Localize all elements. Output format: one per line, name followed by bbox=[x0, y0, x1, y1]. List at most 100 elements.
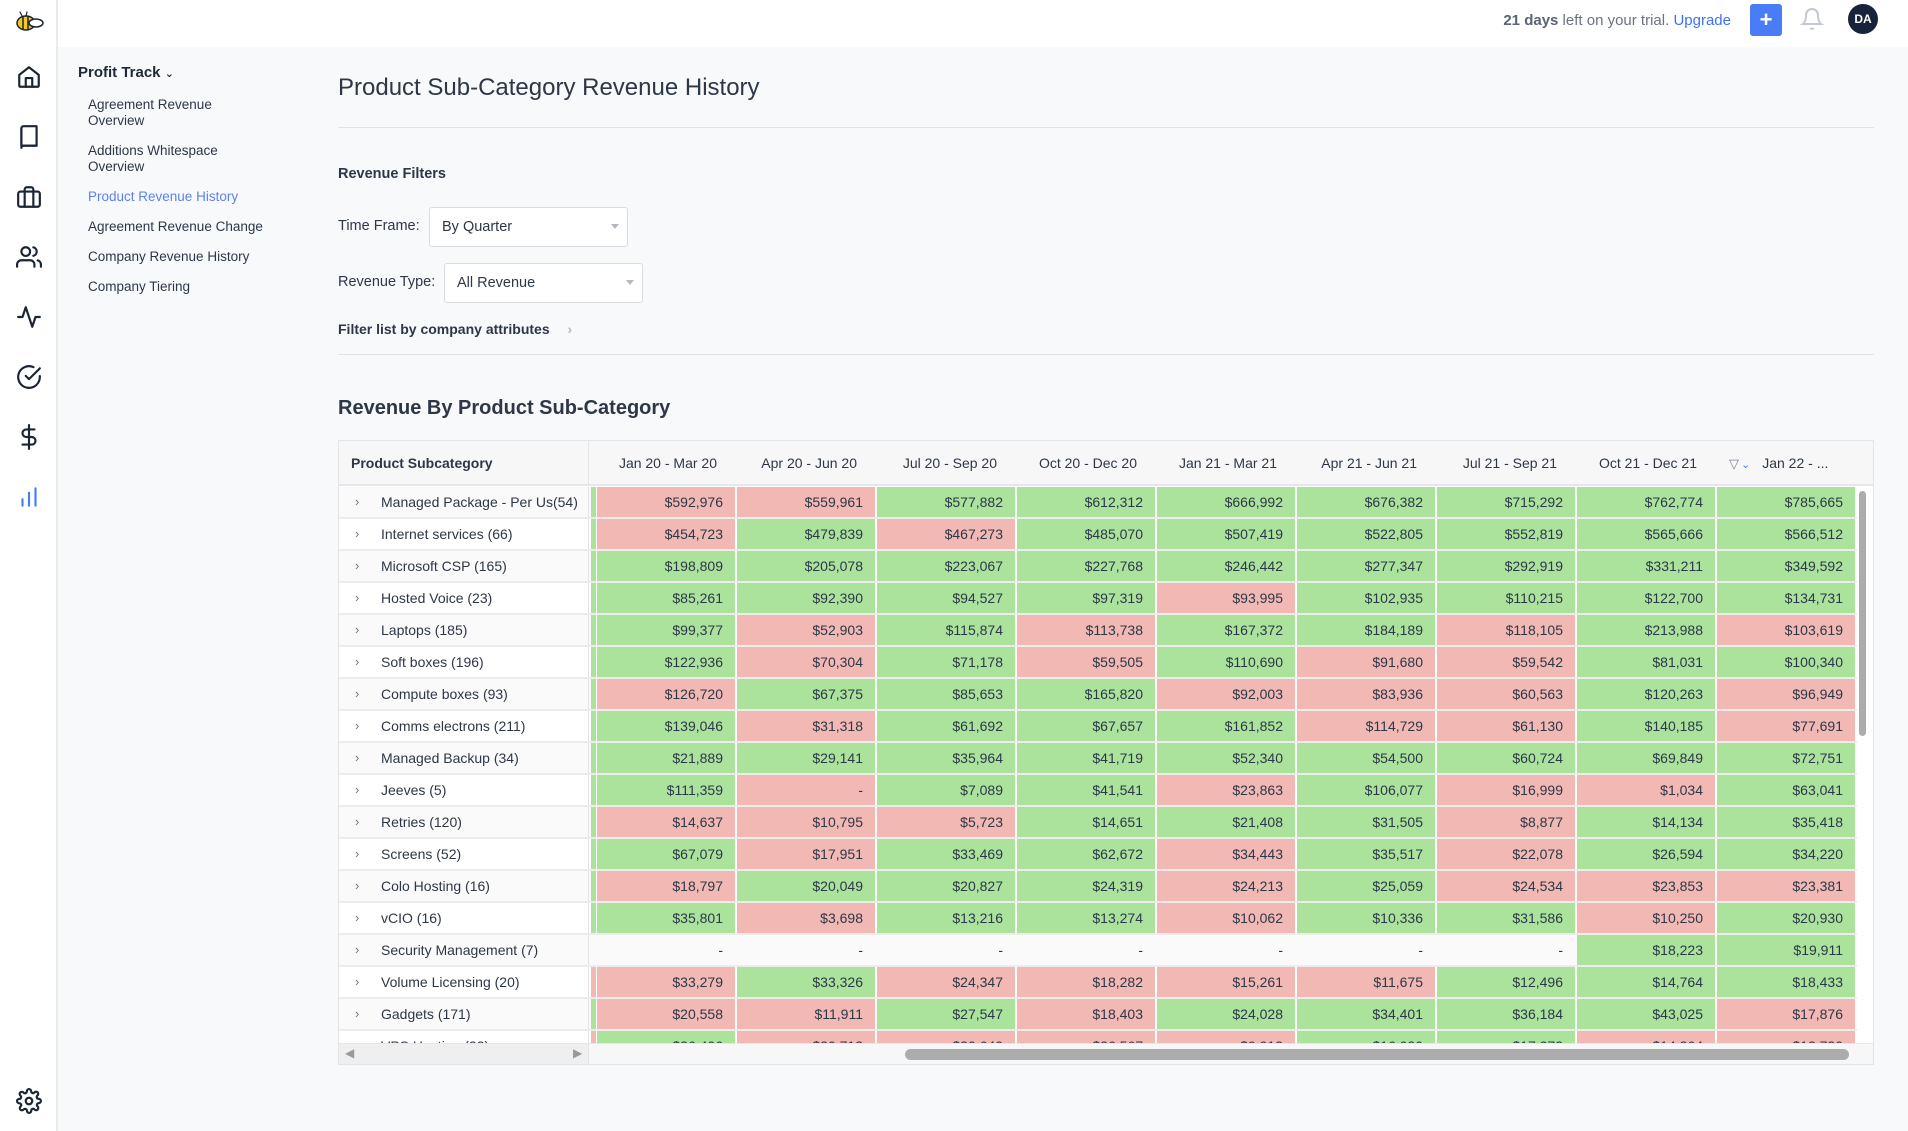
revenue-type-select[interactable]: All Revenue bbox=[444, 263, 643, 303]
dollar-icon[interactable] bbox=[14, 422, 44, 452]
revenue-cell: $227,768 bbox=[1017, 551, 1155, 581]
expand-chevron-icon[interactable]: › bbox=[355, 615, 359, 645]
revenue-cell: $1,034 bbox=[1577, 775, 1715, 805]
revenue-cell: $18,433 bbox=[1717, 967, 1855, 997]
trend-strip bbox=[591, 807, 596, 837]
gear-icon[interactable] bbox=[14, 1086, 44, 1116]
revenue-cell: $67,375 bbox=[737, 679, 875, 709]
column-header-label: Jan 22 - ... bbox=[1762, 455, 1829, 471]
expand-chevron-icon[interactable]: › bbox=[355, 679, 359, 709]
table-row[interactable]: › Compute boxes (93) $126,720 $67,375 $85,65… bbox=[339, 679, 1857, 711]
add-button[interactable]: + bbox=[1750, 4, 1782, 36]
revenue-cell: $10,062 bbox=[1157, 903, 1295, 933]
scrollbar-thumb[interactable] bbox=[905, 1049, 1849, 1060]
table-row[interactable]: › Colo Hosting (16) $18,797 $20,049 $20,827 $… bbox=[339, 871, 1857, 903]
filter-icon[interactable]: ▽︎ bbox=[1729, 456, 1739, 471]
column-header-label: Oct 20 - Dec 20 bbox=[1038, 455, 1137, 471]
column-header-product-subcategory[interactable]: Product Subcategory bbox=[339, 441, 589, 486]
users-icon[interactable] bbox=[14, 242, 44, 272]
first-column-scrollbar[interactable]: ◀ ▶ bbox=[339, 1044, 589, 1064]
revenue-cell: $10,336 bbox=[1297, 903, 1435, 933]
activity-icon[interactable] bbox=[14, 302, 44, 332]
subnav-item-agreement-revenue-change[interactable]: Agreement Revenue Change bbox=[88, 219, 298, 235]
table-row[interactable]: › Microsoft CSP (165) $198,809 $205,078 $223… bbox=[339, 551, 1857, 583]
bell-icon[interactable] bbox=[1799, 7, 1825, 36]
profit-track-menu[interactable]: Profit Track ⌄ bbox=[78, 64, 298, 81]
trend-strip bbox=[591, 999, 596, 1029]
expand-chevron-icon[interactable]: › bbox=[355, 487, 359, 517]
table-row[interactable]: › Internet services (66) $454,723 $479,839 $… bbox=[339, 519, 1857, 551]
table-row[interactable]: › Gadgets (171) $20,558 $11,911 $27,547 $18,4… bbox=[339, 999, 1857, 1031]
revenue-cell: $20,827 bbox=[877, 871, 1015, 901]
book-icon[interactable] bbox=[14, 122, 44, 152]
column-header[interactable]: Jul 21 - Sep 21 bbox=[1437, 441, 1575, 486]
table-row[interactable]: › Soft boxes (196) $122,936 $70,304 $71,178 $… bbox=[339, 647, 1857, 679]
revenue-cell: $134,731 bbox=[1717, 583, 1855, 613]
divider bbox=[338, 127, 1874, 128]
row-label: › Security Management (7) bbox=[339, 935, 589, 965]
bee-logo[interactable] bbox=[14, 6, 44, 36]
expand-chevron-icon[interactable]: › bbox=[355, 647, 359, 677]
revenue-cell: $27,547 bbox=[877, 999, 1015, 1029]
vertical-scrollbar[interactable] bbox=[1859, 491, 1866, 736]
table-row[interactable]: › Retries (120) $14,637 $10,795 $5,723 $14,65… bbox=[339, 807, 1857, 839]
scroll-left-icon[interactable]: ◀ bbox=[345, 1046, 354, 1060]
check-circle-icon[interactable] bbox=[14, 362, 44, 392]
table-row[interactable]: › Jeeves (5) $111,359- $7,089 $41,541 $23,863… bbox=[339, 775, 1857, 807]
table-row[interactable]: › Security Management (7) - - - - - - - $18,223 $1… bbox=[339, 935, 1857, 967]
table-row[interactable]: › Hosted Voice (23) $85,261 $92,390 $94,527 $… bbox=[339, 583, 1857, 615]
expand-chevron-icon[interactable]: › bbox=[355, 839, 359, 869]
table-row[interactable]: › vCIO (16) $35,801 $3,698 $13,216 $13,274 $10… bbox=[339, 903, 1857, 935]
expand-chevron-icon[interactable]: › bbox=[355, 743, 359, 773]
table-row[interactable]: › Comms electrons (211) $139,046 $31,318 $61… bbox=[339, 711, 1857, 743]
avatar[interactable]: DA bbox=[1848, 4, 1878, 34]
revenue-cell: $18,223 bbox=[1577, 935, 1715, 965]
expand-chevron-icon[interactable]: › bbox=[355, 903, 359, 933]
expand-chevron-icon[interactable]: › bbox=[355, 871, 359, 901]
column-header[interactable]: Apr 20 - Jun 20 bbox=[737, 441, 875, 486]
upgrade-link[interactable]: Upgrade bbox=[1673, 12, 1731, 29]
subnav-item-additions-whitespace-overview[interactable]: Additions Whitespace Overview bbox=[88, 143, 238, 175]
expand-chevron-icon[interactable]: › bbox=[355, 583, 359, 613]
column-header[interactable]: Jan 21 - Mar 21 bbox=[1157, 441, 1295, 486]
subnav-item-company-revenue-history[interactable]: Company Revenue History bbox=[88, 249, 298, 265]
column-header[interactable]: Apr 21 - Jun 21 bbox=[1297, 441, 1435, 486]
expand-chevron-icon[interactable]: › bbox=[355, 775, 359, 805]
revenue-cell: $71,178 bbox=[877, 647, 1015, 677]
time-frame-select[interactable]: By Quarter bbox=[429, 207, 628, 247]
expand-chevron-icon[interactable]: › bbox=[355, 999, 359, 1029]
table-row[interactable]: › Managed Backup (34) $21,889 $29,141 $35,96… bbox=[339, 743, 1857, 775]
column-header[interactable]: ▽︎ ⌄ Jan 22 - ... bbox=[1717, 441, 1855, 486]
revenue-cell: $139,046 bbox=[597, 711, 735, 741]
table-row[interactable]: › Managed Package - Per Us(54) $592,976 $55… bbox=[339, 487, 1857, 519]
expand-chevron-icon[interactable]: › bbox=[355, 711, 359, 741]
table-row[interactable]: › Screens (52) $67,079 $17,951 $33,469 $62,67… bbox=[339, 839, 1857, 871]
column-header[interactable]: Oct 21 - Dec 21 bbox=[1577, 441, 1715, 486]
subnav-item-agreement-revenue-overview[interactable]: Agreement Revenue Overview bbox=[88, 97, 228, 129]
table-row[interactable]: › Laptops (185) $99,377 $52,903 $115,874 $113… bbox=[339, 615, 1857, 647]
chevron-down-icon[interactable]: ⌄ bbox=[1741, 459, 1750, 471]
subnav-item-product-revenue-history[interactable]: Product Revenue History bbox=[88, 189, 298, 205]
expand-chevron-icon[interactable]: › bbox=[355, 935, 359, 965]
filter-attributes-toggle[interactable]: Filter list by company attributes › bbox=[338, 321, 572, 337]
briefcase-icon[interactable] bbox=[14, 182, 44, 212]
expand-chevron-icon[interactable]: › bbox=[355, 551, 359, 581]
home-icon[interactable] bbox=[14, 62, 44, 92]
row-label: › Laptops (185) bbox=[339, 615, 589, 645]
column-header[interactable]: Oct 20 - Dec 20 bbox=[1017, 441, 1155, 486]
column-header-label: Jan 20 - Mar 20 bbox=[618, 455, 717, 471]
horizontal-scrollbar[interactable]: ◀ ▶ bbox=[339, 1043, 1873, 1064]
expand-chevron-icon[interactable]: › bbox=[355, 519, 359, 549]
expand-chevron-icon[interactable]: › bbox=[355, 967, 359, 997]
table-row[interactable]: ›VPS Hosting (22) $26,406$20,712$20,640$2… bbox=[339, 1031, 1857, 1043]
column-header[interactable]: Jul 20 - Sep 20 bbox=[877, 441, 1015, 486]
scroll-right-icon[interactable]: ▶ bbox=[573, 1046, 582, 1060]
revenue-cell: - bbox=[858, 942, 863, 958]
subnav-item-company-tiering[interactable]: Company Tiering bbox=[88, 279, 298, 295]
expand-chevron-icon[interactable]: › bbox=[355, 807, 359, 837]
expand-chevron-icon[interactable]: › bbox=[355, 1031, 359, 1043]
table-row[interactable]: › Volume Licensing (20) $33,279 $33,326 $24,… bbox=[339, 967, 1857, 999]
revenue-cell: $7,089 bbox=[877, 775, 1015, 805]
bar-chart-icon[interactable] bbox=[14, 482, 44, 512]
column-header[interactable]: Jan 20 - Mar 20 bbox=[597, 441, 735, 486]
